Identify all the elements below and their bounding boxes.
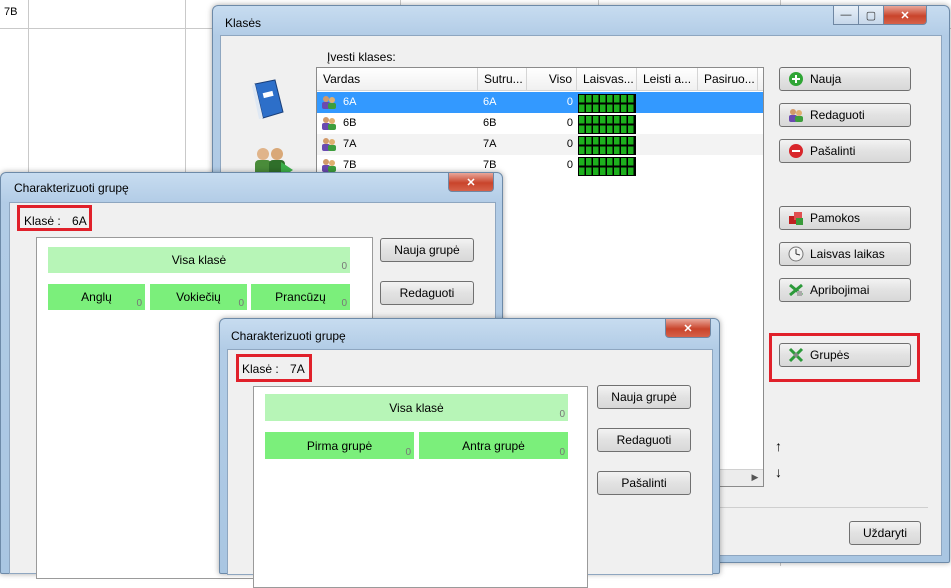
- background-cell-label: 7B: [4, 6, 18, 18]
- group-count: 0: [238, 298, 244, 309]
- constraints-label: Apribojimai: [810, 283, 870, 297]
- whole-class-label: Visa klasė: [389, 400, 444, 415]
- new-group-button[interactable]: Nauja grupė: [597, 385, 691, 409]
- move-up-arrow-icon[interactable]: ↑: [775, 438, 782, 454]
- class-short: 7A: [483, 138, 497, 150]
- edit-class-button[interactable]: Redaguoti: [779, 103, 911, 127]
- constraints-button[interactable]: Apribojimai: [779, 278, 911, 302]
- group-label: Antra grupė: [462, 438, 525, 453]
- class-total: 0: [566, 96, 573, 108]
- free-time-bar: [578, 136, 636, 155]
- new-class-label: Nauja: [810, 72, 842, 86]
- edit-group-label: Redaguoti: [616, 433, 672, 447]
- class-short: 6A: [483, 96, 497, 108]
- list-caption: Įvesti klases:: [327, 50, 396, 64]
- class-name: 6B: [343, 117, 357, 129]
- free-time-label: Laisvas laikas: [810, 247, 885, 261]
- class-total: 0: [566, 138, 573, 150]
- edit-group-label: Redaguoti: [399, 286, 455, 300]
- class-row-icon: [321, 94, 337, 110]
- class-name: 6A: [343, 96, 357, 108]
- group-box[interactable]: Anglų 0: [48, 284, 145, 310]
- close-window-label: Uždaryti: [862, 526, 907, 540]
- whole-class-count: 0: [559, 409, 565, 420]
- remove-class-button[interactable]: Pašalinti: [779, 139, 911, 163]
- new-group-button[interactable]: Nauja grupė: [380, 238, 474, 262]
- class-row-icon: [321, 136, 337, 152]
- students-edit-icon: [788, 107, 804, 123]
- lessons-label: Pamokos: [810, 211, 861, 225]
- minus-icon: [788, 143, 804, 159]
- group-dialog-title: Charakterizuoti grupę: [14, 181, 129, 195]
- plus-icon: [788, 71, 804, 87]
- group-box[interactable]: Prancūzų 0: [251, 284, 350, 310]
- free-time-bar: [578, 115, 636, 134]
- group-count: 0: [341, 298, 347, 309]
- whole-class-group[interactable]: Visa klasė 0: [48, 247, 350, 273]
- constraints-icon: [788, 282, 804, 298]
- whole-class-count: 0: [341, 261, 347, 272]
- group-box[interactable]: Antra grupė 0: [419, 432, 568, 459]
- column-header-name[interactable]: Vardas: [317, 68, 478, 90]
- close-window-button[interactable]: Uždaryti: [849, 521, 921, 545]
- clock-icon: [788, 246, 804, 262]
- group-box[interactable]: Pirma grupė 0: [265, 432, 414, 459]
- class-highlight: [17, 205, 92, 231]
- close-button[interactable]: ✕: [665, 319, 711, 338]
- class-row-icon: [321, 115, 337, 131]
- column-header-prepared[interactable]: Pasiruo...: [698, 68, 758, 90]
- minimize-button[interactable]: —: [833, 6, 859, 25]
- list-header: Vardas Sutru... Viso Laisvas... Leisti a…: [317, 68, 763, 91]
- new-class-button[interactable]: Nauja: [779, 67, 911, 91]
- maximize-button[interactable]: ▢: [858, 6, 884, 25]
- remove-group-label: Pašalinti: [621, 476, 667, 490]
- class-short: 6B: [483, 117, 497, 129]
- column-header-total[interactable]: Viso: [527, 68, 577, 90]
- group-dialog-7a: Charakterizuoti grupę ✕ Klasė : 7A Visa …: [219, 318, 720, 588]
- group-count: 0: [405, 447, 411, 458]
- close-button[interactable]: ✕: [448, 173, 494, 192]
- class-name: 7A: [343, 138, 357, 150]
- group-label: Vokiečių: [176, 290, 221, 304]
- group-label: Pirma grupė: [306, 438, 373, 453]
- groups-highlight: [769, 333, 920, 382]
- group-label: Anglų: [81, 290, 112, 304]
- class-total: 0: [566, 117, 573, 129]
- whole-class-group[interactable]: Visa klasė 0: [265, 394, 568, 421]
- group-box[interactable]: Vokiečių 0: [150, 284, 247, 310]
- edit-class-label: Redaguoti: [810, 108, 865, 122]
- free-time-bar: [578, 94, 636, 113]
- table-row[interactable]: 7A 7A 0: [317, 134, 763, 155]
- edit-group-button[interactable]: Redaguoti: [380, 281, 474, 305]
- class-highlight: [236, 354, 312, 382]
- group-dialog-body: Klasė : 7A Visa klasė 0 Pirma grupė 0 An…: [227, 349, 713, 588]
- group-label: Prancūzų: [275, 290, 326, 304]
- remove-class-label: Pašalinti: [810, 144, 856, 158]
- group-count: 0: [559, 447, 565, 458]
- free-time-bar: [578, 157, 636, 176]
- remove-group-button[interactable]: Pašalinti: [597, 471, 691, 495]
- groups-panel[interactable]: Visa klasė 0 Pirma grupė 0 Antra grupė 0: [253, 386, 588, 588]
- new-group-label: Nauja grupė: [394, 243, 460, 257]
- column-header-free[interactable]: Laisvas...: [577, 68, 637, 90]
- close-button[interactable]: ✕: [883, 6, 927, 25]
- column-header-allow[interactable]: Leisti a...: [637, 68, 698, 90]
- whole-class-label: Visa klasė: [171, 253, 227, 267]
- group-count: 0: [136, 298, 142, 309]
- free-time-button[interactable]: Laisvas laikas: [779, 242, 911, 266]
- move-down-arrow-icon[interactable]: ↓: [775, 464, 782, 480]
- table-row[interactable]: 6B 6B 0: [317, 113, 763, 134]
- new-group-label: Nauja grupė: [611, 390, 677, 404]
- group-dialog-title: Charakterizuoti grupę: [231, 329, 346, 343]
- lessons-icon: [788, 210, 804, 226]
- edit-group-button[interactable]: Redaguoti: [597, 428, 691, 452]
- scroll-right-icon[interactable]: ▶: [749, 472, 761, 484]
- lessons-button[interactable]: Pamokos: [779, 206, 911, 230]
- column-header-short[interactable]: Sutru...: [478, 68, 527, 90]
- table-row[interactable]: 6A 6A 0: [317, 92, 763, 113]
- class-book-icon: [249, 78, 285, 119]
- classes-window-title: Klasės: [225, 16, 262, 30]
- class-row-icon: [321, 157, 337, 173]
- class-total: 0: [566, 159, 573, 171]
